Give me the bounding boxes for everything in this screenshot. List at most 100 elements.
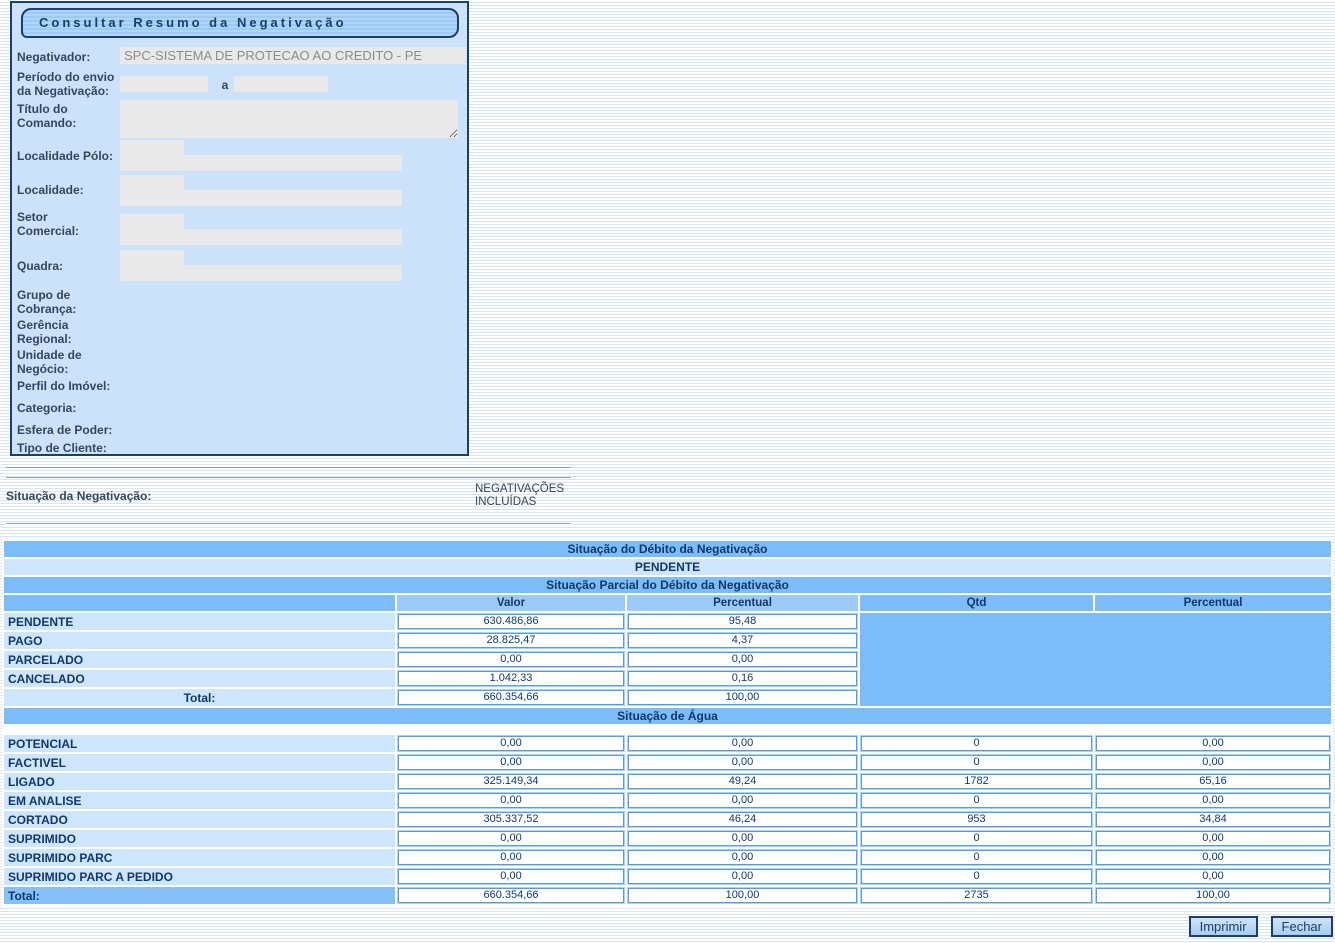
valor-cell: 0,00 (398, 652, 624, 667)
percentual-cell: 49,24 (628, 774, 857, 789)
esfera-poder-label: Esfera de Poder: (17, 423, 121, 437)
page-title: Consultar Resumo da Negativação (21, 8, 459, 38)
valor-cell: 1.042,33 (398, 671, 624, 686)
row-label: LIGADO (4, 773, 395, 790)
valor-cell: 0,00 (398, 869, 624, 884)
qtd-percentual-cell: 65,16 (1096, 774, 1330, 789)
valor-cell: 0,00 (398, 831, 624, 846)
valor-cell: 660.354,66 (398, 690, 624, 705)
table-row: LIGADO 325.149,34 49,24 1782 65,16 (4, 773, 1331, 790)
consulta-resumo-form: Consultar Resumo da Negativação Negativa… (10, 1, 469, 456)
percentual-cell: 0,00 (628, 850, 857, 865)
titulo-comando-textarea[interactable] (120, 100, 458, 138)
valor-cell: 305.337,52 (398, 812, 624, 827)
percentual-cell: 95,48 (628, 614, 857, 629)
valor-cell: 0,00 (398, 755, 624, 770)
tipo-cliente-label: Tipo de Cliente: (17, 441, 121, 455)
localidade-label: Localidade: (17, 183, 121, 197)
qtd-percentual-cell: 0,00 (1096, 831, 1330, 846)
setor-comercial-label: Setor Comercial: (17, 210, 89, 238)
table-row: POTENCIAL 0,00 0,00 0 0,00 (4, 735, 1331, 752)
row-label: PARCELADO (4, 651, 395, 668)
quadra-label: Quadra: (17, 259, 121, 273)
valor-cell: 660.354,66 (398, 888, 624, 903)
setor-comercial-codigo-input[interactable] (120, 214, 184, 229)
qtd-percentual-cell: 0,00 (1096, 793, 1330, 808)
table-row: SUPRIMIDO PARC A PEDIDO 0,00 0,00 0 0,00 (4, 868, 1331, 885)
spacer (4, 726, 1331, 733)
status-band: PENDENTE (4, 559, 1331, 575)
valor-cell: 0,00 (398, 793, 624, 808)
localidade-polo-descricao-input[interactable] (120, 155, 402, 171)
percentual-cell: 100,00 (628, 888, 857, 903)
qtd-cell: 2735 (861, 888, 1092, 903)
divider (6, 467, 571, 469)
unidade-negocio-label: Unidade de Negócio: (17, 348, 121, 376)
qtd-cell: 0 (861, 831, 1092, 846)
valor-cell: 0,00 (398, 736, 624, 751)
categoria-label: Categoria: (17, 401, 121, 415)
quadra-codigo-input[interactable] (120, 250, 184, 265)
titulo-comando-label: Título do Comando: (17, 102, 89, 130)
table-title: Situação do Débito da Negativação (4, 541, 1331, 557)
qtd-cell: 0 (861, 755, 1092, 770)
situacao-negativacao-value: NEGATIVAÇÕES INCLUÍDAS (475, 483, 585, 509)
perfil-imovel-label: Perfil do Imóvel: (17, 379, 121, 393)
resumo-negativacao-table: Situação do Débito da Negativação PENDEN… (2, 539, 1333, 906)
periodo-fim-input[interactable] (234, 76, 328, 92)
table-row: PENDENTE 630.486,86 95,48 (4, 613, 1331, 630)
quadra-descricao-input[interactable] (120, 265, 402, 281)
qtd-cell: 0 (861, 850, 1092, 865)
total-label: Total: (4, 689, 395, 706)
qtd-percentual-cell: 100,00 (1096, 888, 1330, 903)
percentual-cell: 0,00 (628, 831, 857, 846)
localidade-codigo-input[interactable] (120, 175, 184, 190)
qtd-cell: 0 (861, 869, 1092, 884)
qtd-percentual-cell: 34,84 (1096, 812, 1330, 827)
agua-title: Situação de Água (4, 708, 1331, 724)
table-row-total: Total: 660.354,66 100,00 2735 100,00 (4, 887, 1331, 904)
qtd-cell: 953 (861, 812, 1092, 827)
localidade-descricao-input[interactable] (120, 190, 402, 206)
grupo-cobranca-label: Grupo de Cobrança: (17, 288, 121, 316)
button-row: Imprimir Fechar (1189, 916, 1333, 937)
row-label: SUPRIMIDO PARC (4, 849, 395, 866)
qtd-percentual-cell: 0,00 (1096, 736, 1330, 751)
periodo-envio-label: Período do envio da Negativação: (17, 70, 117, 98)
percentual-cell: 46,24 (628, 812, 857, 827)
row-label: EM ANALISE (4, 792, 395, 809)
valor-cell: 0,00 (398, 850, 624, 865)
column-header-empty (4, 595, 395, 611)
row-label: SUPRIMIDO (4, 830, 395, 847)
column-header-percentual-qtd: Percentual (1095, 595, 1331, 611)
row-label: SUPRIMIDO PARC A PEDIDO (4, 868, 395, 885)
table-row: SUPRIMIDO PARC 0,00 0,00 0 0,00 (4, 849, 1331, 866)
valor-cell: 28.825,47 (398, 633, 624, 648)
qtd-percentual-cell: 0,00 (1096, 850, 1330, 865)
qtd-percentual-cell: 0,00 (1096, 755, 1330, 770)
column-header-percentual: Percentual (627, 595, 858, 611)
periodo-inicio-input[interactable] (120, 76, 208, 92)
valor-cell: 630.486,86 (398, 614, 624, 629)
table-row: EM ANALISE 0,00 0,00 0 0,00 (4, 792, 1331, 809)
negativador-input[interactable] (120, 47, 466, 64)
column-header-valor: Valor (397, 595, 625, 611)
table-row: SUPRIMIDO 0,00 0,00 0 0,00 (4, 830, 1331, 847)
imprimir-button[interactable]: Imprimir (1189, 916, 1258, 937)
percentual-cell: 0,00 (628, 652, 857, 667)
valor-cell: 325.149,34 (398, 774, 624, 789)
table-row: FACTIVEL 0,00 0,00 0 0,00 (4, 754, 1331, 771)
percentual-cell: 0,00 (628, 869, 857, 884)
qtd-cell: 0 (861, 793, 1092, 808)
table-row: CORTADO 305.337,52 46,24 953 34,84 (4, 811, 1331, 828)
fechar-button[interactable]: Fechar (1271, 916, 1333, 937)
percentual-cell: 0,00 (628, 793, 857, 808)
setor-comercial-descricao-input[interactable] (120, 229, 402, 245)
percentual-cell: 0,16 (628, 671, 857, 686)
localidade-polo-codigo-input[interactable] (120, 140, 184, 155)
percentual-cell: 4,37 (628, 633, 857, 648)
row-label: PENDENTE (4, 613, 395, 630)
localidade-polo-label: Localidade Pólo: (17, 149, 121, 163)
row-label: FACTIVEL (4, 754, 395, 771)
percentual-cell: 0,00 (628, 755, 857, 770)
